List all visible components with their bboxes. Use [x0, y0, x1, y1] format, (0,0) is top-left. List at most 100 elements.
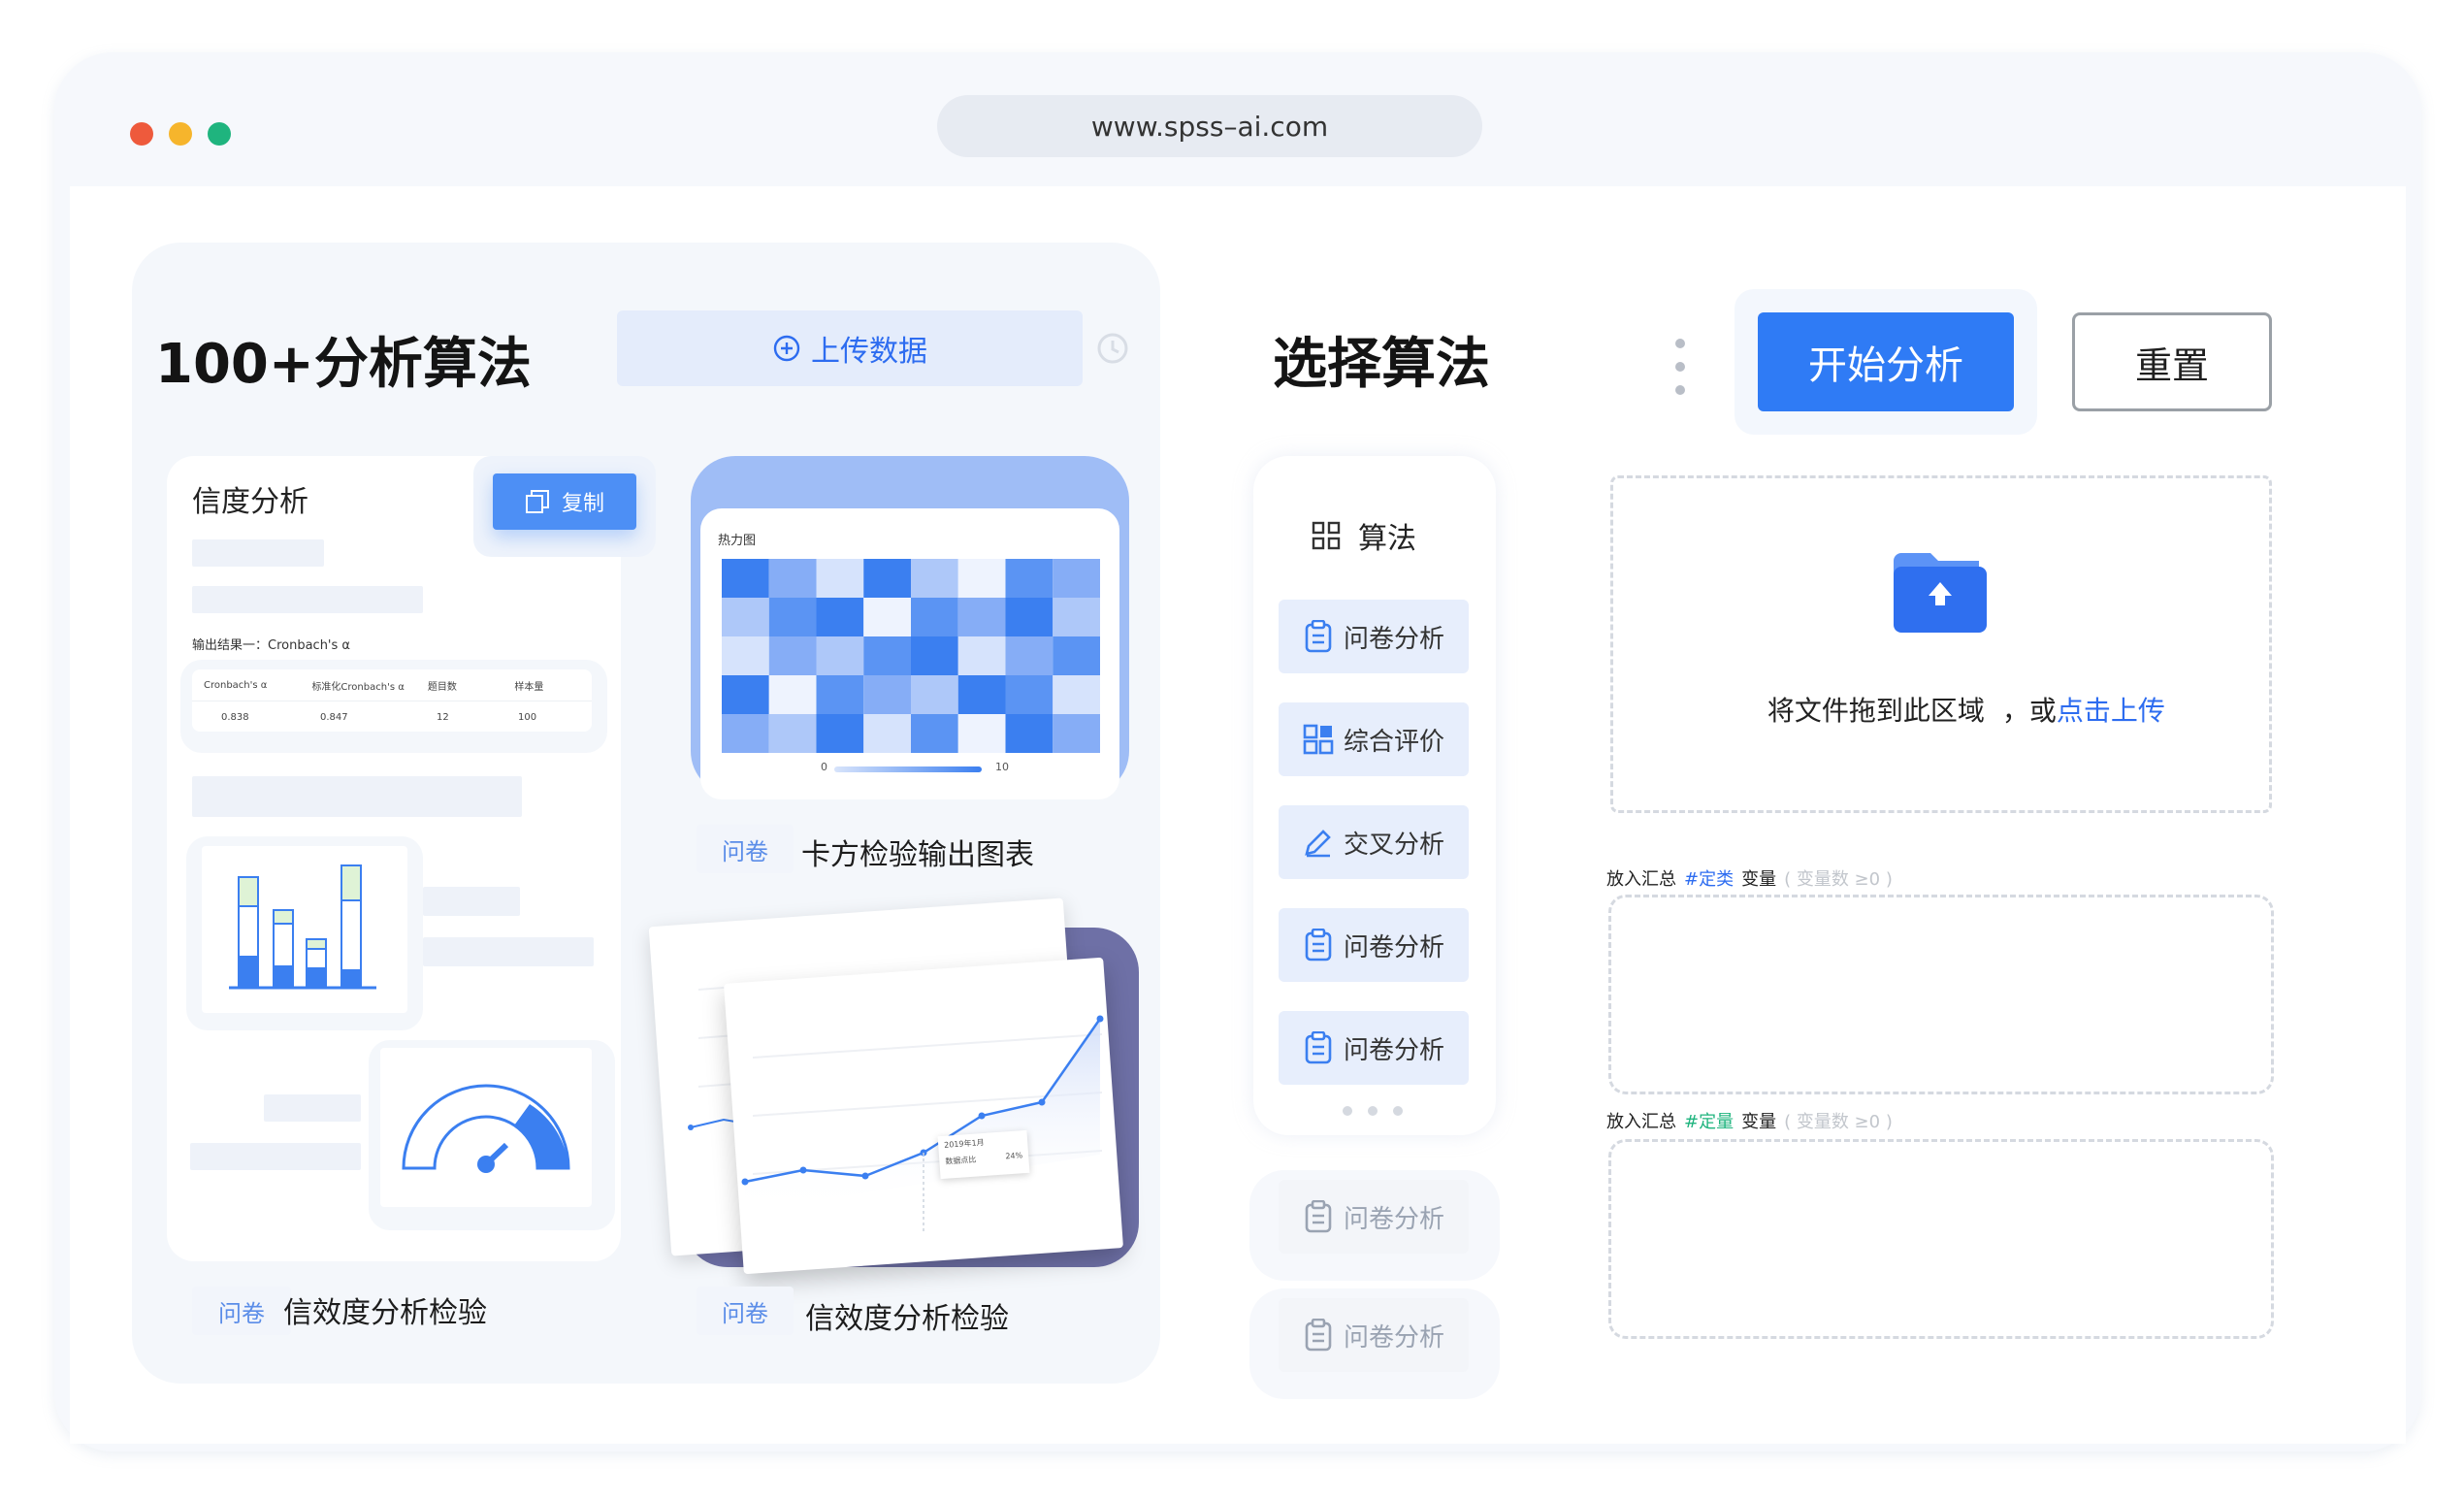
plus-circle-icon [773, 335, 800, 362]
heatmap-cell [911, 714, 958, 753]
survey-tag[interactable]: 问卷 [697, 825, 794, 873]
copy-button[interactable]: 复制 [493, 473, 636, 530]
drop-instruction: 将文件拖到此区域 [1767, 695, 1985, 727]
zone-type: #定类 [1684, 869, 1735, 890]
algo-item-comprehensive[interactable]: 综合评价 [1279, 702, 1469, 776]
pagination-dots[interactable] [1341, 1104, 1405, 1118]
url-text: www.spss–ai.com [1090, 110, 1329, 143]
algo-item-survey-dim[interactable]: 问卷分析 [1279, 1298, 1469, 1372]
placeholder-bar [192, 776, 522, 817]
zone-prefix: 放入汇总 [1606, 869, 1676, 890]
minimize-dot[interactable] [169, 122, 192, 146]
heatmap-cell [722, 714, 769, 753]
heatmap-cell [957, 636, 1006, 675]
algo-item-label: 问卷分析 [1343, 1204, 1444, 1234]
click-upload-link[interactable]: 点击上传 [2057, 695, 2165, 727]
algo-item-label: 问卷分析 [1343, 1322, 1444, 1353]
heatmap-cell [911, 675, 958, 714]
zone-type: #定量 [1684, 1112, 1735, 1132]
tooltip-date: 2019年1月 [943, 1137, 985, 1150]
quantitative-variable-zone[interactable] [1608, 1139, 2274, 1339]
feature-title: 100+分析算法 [155, 333, 532, 396]
clipboard-icon [1305, 929, 1332, 962]
placeholder-bar [192, 586, 423, 613]
upload-data-button[interactable]: 上传数据 [617, 310, 1083, 386]
algo-item-cross[interactable]: 交叉分析 [1279, 805, 1469, 879]
drop-or: ，或 [2001, 695, 2057, 727]
heatmap-scale-max: 10 [995, 761, 1009, 773]
url-bar[interactable]: www.spss–ai.com [937, 95, 1482, 157]
heatmap-cell [1005, 598, 1054, 636]
placeholder-bar [190, 1143, 361, 1170]
heatmap-cell [768, 636, 817, 675]
file-drop-zone[interactable] [1610, 475, 2272, 813]
quantitative-zone-label: 放入汇总 #定量 变量 ( 变量数 ≥0 ) [1606, 1108, 1893, 1133]
table-cell: 12 [437, 711, 449, 723]
heatmap-cell [863, 559, 911, 598]
reset-button[interactable]: 重置 [2072, 312, 2272, 411]
line-card-caption: 信效度分析检验 [805, 1302, 1009, 1336]
table-cell: 0.838 [221, 711, 249, 723]
heatmap-cell [816, 598, 864, 636]
clipboard-icon [1305, 1200, 1332, 1233]
reliability-title: 信度分析 [192, 485, 308, 519]
heatmap-cell [816, 636, 864, 675]
clipboard-icon [1305, 1319, 1332, 1352]
heatmap-cell [911, 636, 958, 675]
copy-label: 复制 [561, 492, 604, 516]
heatmap-cell [1053, 636, 1100, 675]
maximize-dot[interactable] [208, 122, 231, 146]
algo-item-label: 综合评价 [1343, 727, 1444, 757]
placeholder-bar [192, 539, 324, 567]
close-dot[interactable] [130, 122, 153, 146]
heatmap-title: 热力图 [718, 534, 757, 548]
heatmap-scale-min: 0 [821, 761, 827, 773]
heatmap-cell [863, 598, 911, 636]
algo-item-survey[interactable]: 问卷分析 [1279, 600, 1469, 673]
heatmap-cell [722, 636, 769, 675]
algo-item-survey[interactable]: 问卷分析 [1279, 908, 1469, 982]
heatmap-cell [1005, 636, 1054, 675]
algo-item-label: 问卷分析 [1343, 932, 1444, 962]
heatmap-caption: 卡方检验输出图表 [801, 838, 1034, 872]
survey-tag[interactable]: 问卷 [697, 1287, 794, 1335]
heatmap-cell [816, 714, 864, 753]
heatmap-cell [768, 598, 817, 636]
heatmap-cell [1005, 559, 1054, 598]
upload-data-label: 上传数据 [811, 335, 927, 369]
grid-icon [1312, 521, 1341, 550]
heatmap-cell [1005, 714, 1054, 753]
heatmap-cell [816, 559, 864, 598]
bottom-left-caption: 信效度分析检验 [283, 1296, 487, 1330]
table-header: Cronbach's α [204, 679, 268, 691]
zone-suffix: 变量 [1741, 869, 1777, 890]
algo-item-label: 问卷分析 [1343, 1035, 1444, 1065]
placeholder-bar [423, 887, 520, 916]
categorical-variable-zone[interactable] [1608, 895, 2274, 1094]
heatmap-cell [768, 714, 817, 753]
heatmap-cell [768, 559, 817, 598]
heatmap-cell [1053, 675, 1100, 714]
select-algorithm-title: 选择算法 [1273, 333, 1490, 396]
heatmap-cell [722, 559, 769, 598]
start-analysis-button[interactable]: 开始分析 [1758, 312, 2014, 411]
survey-tag[interactable]: 问卷 [192, 1287, 291, 1335]
output-caption: 输出结果一：Cronbach's α [192, 638, 350, 653]
heatmap-cell [863, 714, 911, 753]
tooltip-label: 数据点比 [945, 1155, 977, 1166]
table-cell: 100 [518, 711, 537, 723]
heatmap-grid [722, 559, 1100, 753]
zone-hint: ( 变量数 ≥0 ) [1784, 869, 1893, 890]
zone-prefix: 放入汇总 [1606, 1112, 1676, 1132]
tooltip-value: 24% [1005, 1151, 1023, 1161]
algo-item-survey[interactable]: 问卷分析 [1279, 1011, 1469, 1085]
heatmap-cell [1053, 598, 1100, 636]
copy-icon [525, 490, 549, 513]
table-header: 样本量 [514, 681, 544, 693]
upload-folder-icon [1894, 553, 1987, 633]
table-cell: 0.847 [320, 711, 348, 723]
heatmap-cell [911, 559, 958, 598]
more-vertical-icon[interactable] [1669, 336, 1692, 398]
table-header: 题目数 [427, 681, 457, 693]
algo-item-survey-dim[interactable]: 问卷分析 [1279, 1180, 1469, 1254]
